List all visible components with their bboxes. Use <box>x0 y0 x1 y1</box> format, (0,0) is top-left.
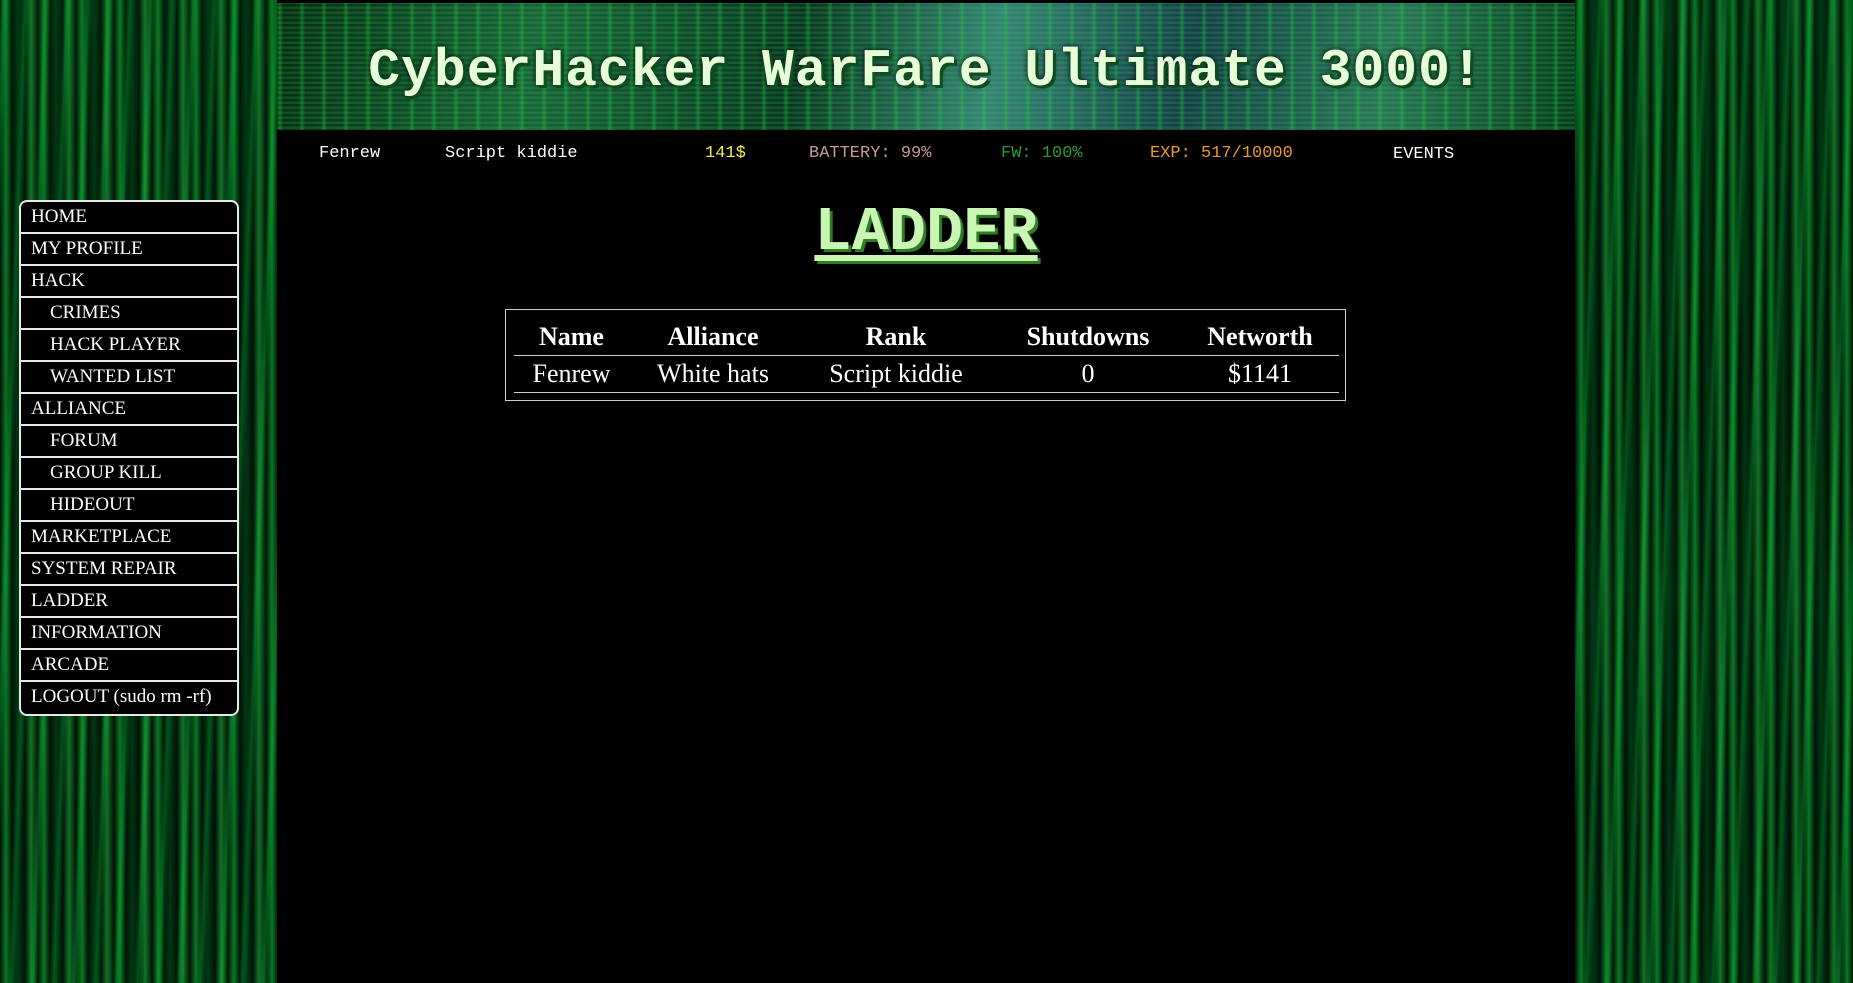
status-exp: EXP: 517/10000 <box>1150 144 1293 163</box>
nav-item-ladder[interactable]: LADDER <box>21 586 237 618</box>
nav-item-forum[interactable]: FORUM <box>21 426 237 458</box>
nav-item-arcade[interactable]: ARCADE <box>21 650 237 682</box>
sidebar-menu: HOME MY PROFILE HACK CRIMES HACK PLAYER … <box>19 200 239 716</box>
main-content: CyberHacker WarFare Ultimate 3000! Fenre… <box>277 0 1575 983</box>
nav-item-my-profile[interactable]: MY PROFILE <box>21 234 237 266</box>
nav-item-alliance[interactable]: ALLIANCE <box>21 394 237 426</box>
column-header-networth: Networth <box>1181 318 1339 356</box>
status-money: 141$ <box>705 144 746 163</box>
nav-item-logout[interactable]: LOGOUT (sudo rm -rf) <box>21 682 237 714</box>
table-header-row: Name Alliance Rank Shutdowns Networth <box>514 318 1339 356</box>
ladder-table: Name Alliance Rank Shutdowns Networth Fe… <box>514 318 1339 393</box>
ladder-table-container: Name Alliance Rank Shutdowns Networth Fe… <box>505 309 1346 401</box>
table-row: Fenrew White hats Script kiddie 0 $1141 <box>514 355 1339 393</box>
cell-alliance: White hats <box>629 355 797 393</box>
nav-item-marketplace[interactable]: MARKETPLACE <box>21 522 237 554</box>
site-title: CyberHacker WarFare Ultimate 3000! <box>368 41 1484 101</box>
status-username[interactable]: Fenrew <box>319 144 380 163</box>
column-header-rank: Rank <box>797 318 995 356</box>
right-background <box>1575 0 1853 983</box>
nav-item-hideout[interactable]: HIDEOUT <box>21 490 237 522</box>
page-title: LADDER <box>814 197 1038 268</box>
nav-item-home[interactable]: HOME <box>21 202 237 234</box>
status-firewall: FW: 100% <box>1001 144 1083 163</box>
events-link[interactable]: EVENTS <box>1393 145 1454 164</box>
cell-networth: $1141 <box>1181 355 1339 393</box>
cell-name[interactable]: Fenrew <box>514 355 629 393</box>
status-rank: Script kiddie <box>445 144 578 163</box>
header-banner: CyberHacker WarFare Ultimate 3000! <box>277 3 1575 130</box>
column-header-alliance: Alliance <box>629 318 797 356</box>
cell-rank: Script kiddie <box>797 355 995 393</box>
nav-item-group-kill[interactable]: GROUP KILL <box>21 458 237 490</box>
nav-item-wanted-list[interactable]: WANTED LIST <box>21 362 237 394</box>
cell-shutdowns: 0 <box>995 355 1181 393</box>
nav-item-crimes[interactable]: CRIMES <box>21 298 237 330</box>
column-header-shutdowns: Shutdowns <box>995 318 1181 356</box>
nav-item-hack-player[interactable]: HACK PLAYER <box>21 330 237 362</box>
nav-item-information[interactable]: INFORMATION <box>21 618 237 650</box>
column-header-name: Name <box>514 318 629 356</box>
status-bar: Fenrew Script kiddie 141$ BATTERY: 99% F… <box>277 130 1575 180</box>
nav-item-system-repair[interactable]: SYSTEM REPAIR <box>21 554 237 586</box>
nav-item-hack[interactable]: HACK <box>21 266 237 298</box>
status-battery: BATTERY: 99% <box>809 144 932 163</box>
